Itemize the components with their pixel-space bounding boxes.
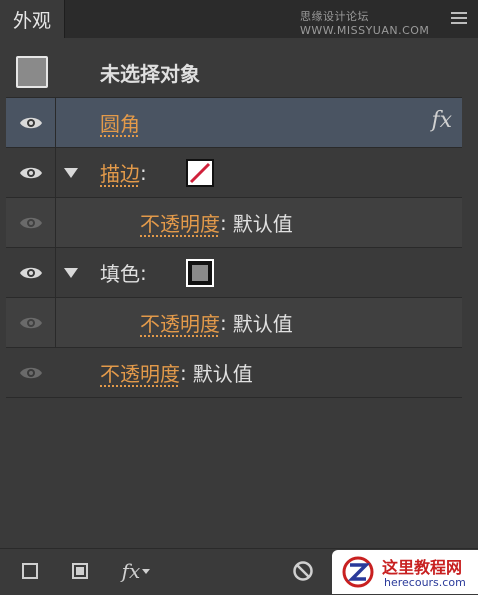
appearance-list: 未选择对象 圆角 fx 描边: 不透明度: 默认值 填色: 不透明度: 默… — [6, 48, 462, 400]
opacity-colon: : — [180, 360, 187, 385]
expand-triangle-icon[interactable] — [64, 168, 78, 178]
visibility-toggle[interactable] — [6, 148, 56, 197]
row-opacity[interactable]: 不透明度: 默认值 — [6, 348, 462, 398]
stroke-swatch[interactable] — [186, 159, 214, 187]
opacity-link[interactable]: 不透明度 — [100, 358, 180, 387]
site-logo-icon — [342, 556, 374, 588]
stroke-opacity-value: 默认值 — [232, 212, 293, 236]
stroke-colon: : — [140, 160, 147, 185]
visibility-toggle[interactable] — [6, 248, 56, 297]
fill-label: 填色 — [100, 262, 140, 286]
fx-menu-icon: fx — [121, 559, 141, 583]
new-stroke-icon — [22, 563, 38, 579]
new-fill-icon — [72, 563, 88, 579]
fill-swatch[interactable] — [186, 259, 214, 287]
stroke-opacity-colon: : — [220, 210, 227, 235]
effect-link[interactable]: 圆角 — [100, 108, 140, 137]
appearance-panel: 外观 思缘设计论坛 WWW.MISSYUAN.COM 未选择对象 圆角 fx 描… — [0, 0, 478, 595]
object-label: 未选择对象 — [100, 62, 200, 86]
none-slash-icon — [189, 162, 211, 184]
row-effect-rounded-corners[interactable]: 圆角 fx — [6, 98, 462, 148]
tab-appearance[interactable]: 外观 — [0, 0, 65, 38]
visibility-toggle[interactable] — [6, 198, 56, 247]
expand-triangle-icon[interactable] — [64, 268, 78, 278]
row-object[interactable]: 未选择对象 — [6, 48, 462, 98]
badge-url: herecours.com — [384, 576, 466, 589]
stroke-opacity-link[interactable]: 不透明度 — [140, 208, 220, 237]
tab-label: 外观 — [12, 9, 51, 32]
eye-icon — [20, 367, 42, 378]
no-entry-icon — [293, 561, 313, 581]
clear-appearance-button[interactable] — [290, 559, 316, 583]
fx-icon[interactable]: fx — [431, 108, 452, 133]
eye-icon — [19, 217, 42, 228]
fill-opacity-value: 默认值 — [232, 312, 293, 336]
eye-icon — [19, 317, 42, 328]
add-effect-button[interactable]: fx — [116, 559, 156, 583]
row-fill[interactable]: 填色: — [6, 248, 462, 298]
row-stroke[interactable]: 描边: — [6, 148, 462, 198]
visibility-toggle[interactable] — [6, 98, 56, 147]
stroke-link[interactable]: 描边 — [100, 158, 140, 187]
panel-tab-bar: 外观 思缘设计论坛 WWW.MISSYUAN.COM — [0, 0, 478, 38]
badge-title: 这里教程网 — [382, 558, 463, 577]
object-thumbnail — [16, 56, 48, 88]
fill-colon: : — [140, 260, 147, 285]
watermark-badge: 这里教程网 herecours.com — [332, 550, 478, 594]
visibility-toggle[interactable] — [6, 298, 56, 347]
fill-opacity-link[interactable]: 不透明度 — [140, 308, 220, 337]
panel-menu-icon[interactable] — [451, 12, 467, 26]
row-fill-opacity[interactable]: 不透明度: 默认值 — [6, 298, 462, 348]
add-new-stroke-button[interactable] — [18, 559, 42, 583]
eye-icon — [19, 267, 42, 278]
fill-opacity-colon: : — [220, 310, 227, 335]
eye-icon — [19, 117, 42, 128]
row-stroke-opacity[interactable]: 不透明度: 默认值 — [6, 198, 462, 248]
add-new-fill-button[interactable] — [68, 559, 92, 583]
chevron-down-icon — [142, 568, 151, 574]
eye-icon — [19, 167, 42, 178]
visibility-toggle[interactable] — [6, 348, 56, 397]
opacity-value: 默认值 — [192, 362, 253, 386]
